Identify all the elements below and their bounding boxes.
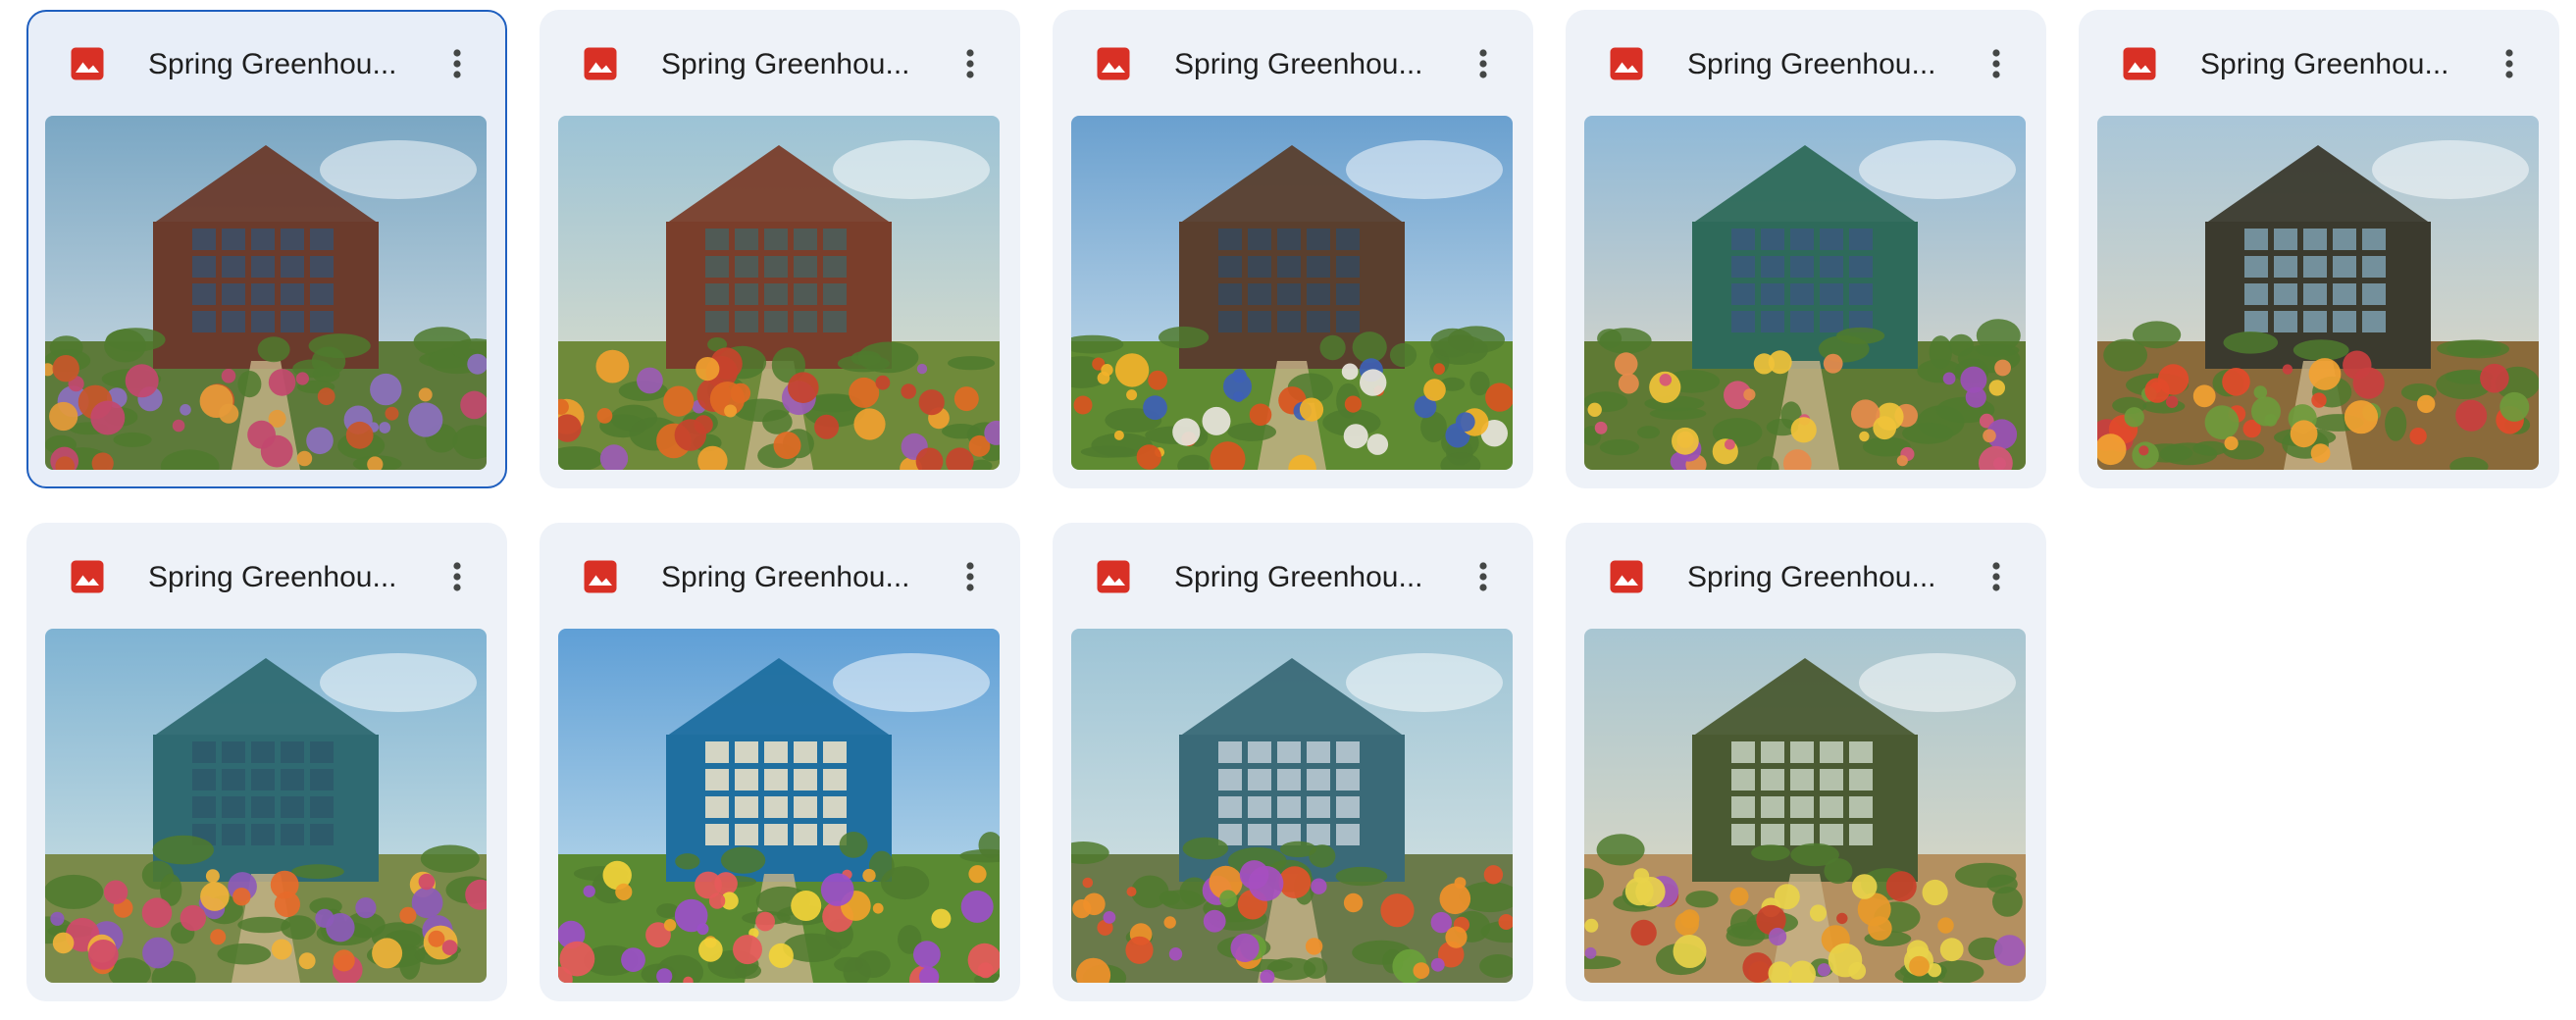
file-card[interactable]: Spring Greenhou... [1566,10,2046,488]
more-vert-icon [966,49,974,78]
file-card[interactable]: Spring Greenhou... [1053,10,1533,488]
image-file-icon [1096,559,1131,594]
file-title: Spring Greenhou... [1174,561,1423,593]
file-card[interactable]: Spring Greenhou... [1053,523,1533,1001]
file-card-header: Spring Greenhou... [28,12,505,118]
more-options-button[interactable] [433,552,482,601]
more-vert-icon [453,49,461,78]
file-grid: Spring Greenhou... Spring Greenhou... Sp… [26,10,2576,1020]
file-card-header: Spring Greenhou... [26,523,507,629]
file-card-header: Spring Greenhou... [1053,523,1533,629]
image-file-icon [2122,46,2157,81]
file-thumbnail[interactable] [558,116,1000,470]
file-card-header: Spring Greenhou... [1566,523,2046,629]
file-card-header: Spring Greenhou... [540,10,1020,116]
more-vert-icon [1992,49,2000,78]
file-card[interactable]: Spring Greenhou... [26,523,507,1001]
image-file-icon [1096,46,1131,81]
more-options-button[interactable] [1972,39,2021,88]
more-vert-icon [453,562,461,591]
image-file-icon [583,46,618,81]
file-title: Spring Greenhou... [148,48,397,80]
file-thumbnail[interactable] [1584,116,2026,470]
file-thumbnail[interactable] [558,629,1000,983]
file-card[interactable]: Spring Greenhou... [1566,523,2046,1001]
file-card-header: Spring Greenhou... [540,523,1020,629]
file-card[interactable]: Spring Greenhou... [2079,10,2559,488]
file-thumbnail[interactable] [1071,116,1513,470]
image-file-icon [583,559,618,594]
file-title: Spring Greenhou... [1687,561,1936,593]
file-card-header: Spring Greenhou... [1053,10,1533,116]
image-file-icon [70,559,105,594]
file-thumbnail[interactable] [1071,629,1513,983]
file-thumbnail[interactable] [1584,629,2026,983]
more-options-button[interactable] [1459,39,1508,88]
file-card[interactable]: Spring Greenhou... [540,10,1020,488]
image-file-icon [1609,46,1644,81]
file-thumbnail[interactable] [2097,116,2539,470]
more-options-button[interactable] [946,552,995,601]
more-options-button[interactable] [2485,39,2534,88]
file-card-header: Spring Greenhou... [2079,10,2559,116]
more-vert-icon [1992,562,2000,591]
file-card-header: Spring Greenhou... [1566,10,2046,116]
more-options-button[interactable] [1459,552,1508,601]
image-file-icon [1609,559,1644,594]
file-card[interactable]: Spring Greenhou... [540,523,1020,1001]
file-title: Spring Greenhou... [1687,48,1936,80]
more-vert-icon [1479,562,1487,591]
more-options-button[interactable] [1972,552,2021,601]
more-vert-icon [2505,49,2513,78]
file-title: Spring Greenhou... [2200,48,2449,80]
file-card[interactable]: Spring Greenhou... [26,10,507,488]
file-thumbnail[interactable] [45,629,487,983]
more-vert-icon [966,562,974,591]
image-file-icon [70,46,105,81]
more-vert-icon [1479,49,1487,78]
more-options-button[interactable] [946,39,995,88]
more-options-button[interactable] [433,39,482,88]
file-thumbnail[interactable] [45,116,487,470]
file-title: Spring Greenhou... [661,561,910,593]
file-title: Spring Greenhou... [661,48,910,80]
file-title: Spring Greenhou... [148,561,397,593]
file-title: Spring Greenhou... [1174,48,1423,80]
